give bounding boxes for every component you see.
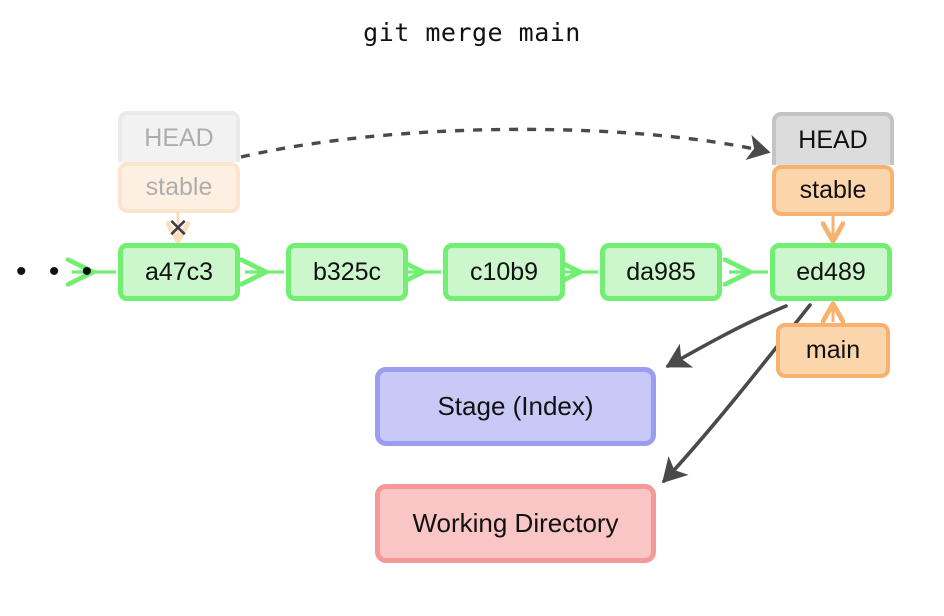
commit-c10b9-label: c10b9	[469, 257, 539, 286]
cross-out-glyph: ✕	[167, 213, 189, 243]
stage-index-box: Stage (Index)	[375, 367, 656, 446]
old-stable-box: stable	[118, 162, 240, 213]
commit-a47c3: a47c3	[118, 243, 240, 301]
commit-b325c-label: b325c	[312, 257, 382, 286]
head-move-dashed-arc	[240, 127, 771, 161]
commit-da985: da985	[600, 243, 722, 301]
commit-a47c3-label: a47c3	[144, 257, 214, 286]
stage-index-label: Stage (Index)	[437, 391, 594, 421]
cross-out-mark: ✕	[162, 212, 194, 244]
page-title: git merge main	[363, 18, 581, 47]
old-head-label: HEAD	[144, 124, 214, 152]
old-head-box: HEAD	[118, 111, 240, 162]
head-label: HEAD	[798, 126, 868, 154]
working-directory-label: Working Directory	[412, 508, 619, 538]
stable-branch-box: stable	[772, 165, 894, 216]
stable-branch-label: stable	[799, 176, 867, 204]
git-merge-diagram: git merge main • • • HEAD stable ✕ HEAD …	[0, 0, 944, 616]
arrow-to-stage	[665, 304, 788, 368]
main-branch-label: main	[805, 336, 861, 364]
commit-c10b9: c10b9	[443, 243, 565, 301]
commit-ed489: ed489	[770, 243, 892, 301]
commit-history-ellipsis: • • •	[16, 255, 100, 288]
working-directory-box: Working Directory	[375, 484, 656, 563]
head-box: HEAD	[772, 112, 894, 165]
commit-b325c: b325c	[286, 243, 408, 301]
main-branch-box: main	[776, 323, 890, 378]
commit-ed489-label: ed489	[796, 257, 866, 286]
commit-da985-label: da985	[626, 257, 696, 286]
old-stable-label: stable	[145, 173, 213, 201]
